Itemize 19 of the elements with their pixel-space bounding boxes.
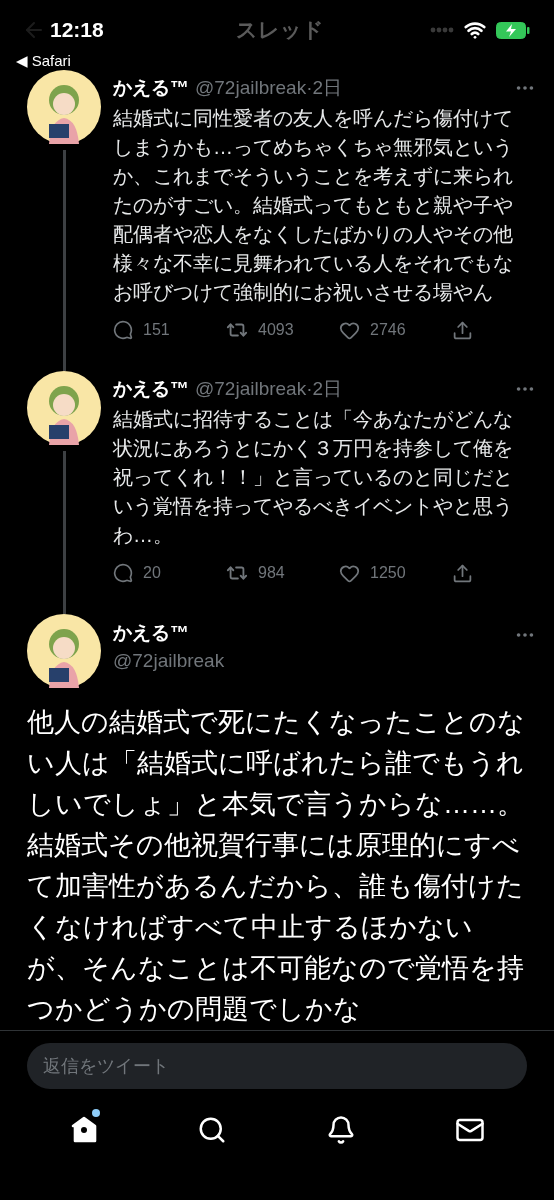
retweet-count: 984	[258, 564, 285, 582]
reply-count: 20	[143, 564, 161, 582]
tweet-text: 他人の結婚式で死にたくなったことのない人は「結婚式に呼ばれたら誰でもうれしいでしょ」と本気で言うからな……。結婚式その他祝賀行事には原理的にすべて加害性があるんだから、誰も傷付けたくなければすべて中止するほかないが、そんなことは不可能なので覚悟を持つかどうかの問題でしかな	[27, 706, 526, 1026]
tweet-text: 結婚式に招待することは「今あなたがどんな状況にあろうとにかく３万円を持参して俺を祝ってくれ！！」と言っているのと同じだという覚悟を持ってやるべきイベントやと思うわ…。	[113, 407, 514, 548]
screen-title: スレッド	[235, 17, 325, 43]
author-name[interactable]: かえる™	[113, 75, 189, 101]
author-handle: @72jailbreak	[113, 650, 226, 672]
reply-count: 151	[143, 321, 170, 339]
back-to-safari-link[interactable]: ◀ Safari	[16, 52, 71, 70]
retweet-count: 4093	[258, 321, 294, 339]
status-time: 12:18	[50, 18, 105, 42]
author-name[interactable]: かえる™	[113, 376, 189, 402]
tweet-meta: @72jailbreak·2日	[195, 377, 344, 401]
like-count: 2746	[370, 321, 406, 339]
reply-field[interactable]: 返信をツイート	[27, 1043, 527, 1089]
tweet-meta: @72jailbreak·2日	[195, 76, 344, 100]
author-name[interactable]: かえる™	[113, 620, 502, 646]
like-count: 1250	[370, 564, 406, 582]
tweet-text: 結婚式に同性愛者の友人を呼んだら傷付けてしまうかも…ってめちゃくちゃ無邪気というか、これまでそういうことを考えずに来られたのがすごい。結婚式ってもともと親や子や配偶者や恋人をなくしたばかりの人やその他様々な不幸に見舞われている人をそれでもなお呼びつけて強制的にお祝いさせる場やん	[113, 106, 514, 305]
